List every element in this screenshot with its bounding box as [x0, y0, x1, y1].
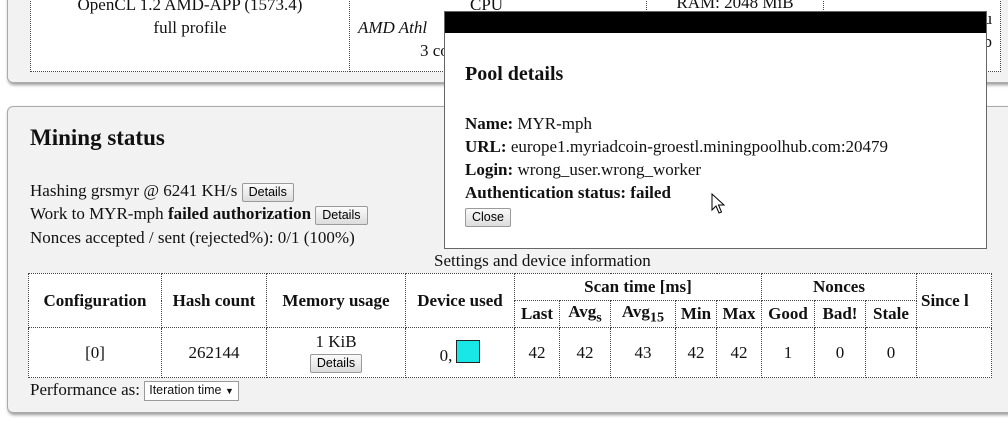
pool-login-row: Login: wrong_user.wrong_worker	[465, 158, 888, 181]
pool-name-value: MYR-mph	[517, 114, 593, 133]
cell-max: 42	[716, 327, 762, 378]
performance-select-value: Iteration time	[149, 383, 222, 398]
device-color-swatch[interactable]	[456, 339, 481, 363]
col-last: Last	[514, 300, 560, 328]
cell-min: 42	[675, 327, 717, 378]
col-scan-time: Scan time [ms]	[514, 273, 762, 301]
hashing-status: Hashing grsmyr @ 6241 KH/s Details	[30, 180, 294, 202]
work-text: Work to MYR-mph	[30, 204, 164, 223]
col-min: Min	[675, 300, 717, 328]
device-stats-table: Configuration Hash count Memory usage De…	[28, 273, 992, 378]
pool-url-row: URL: europe1.myriadcoin-groestl.miningpo…	[465, 135, 888, 158]
pool-auth-row: Authentication status: failed	[465, 181, 888, 204]
cell-last: 42	[514, 327, 560, 378]
col-hash-count: Hash count	[161, 273, 267, 328]
performance-label: Performance as:	[30, 380, 140, 399]
work-failed-text: failed authorization	[167, 204, 312, 223]
cpu-model: AMD Athl	[358, 18, 428, 37]
memory-value: 1 KiB	[315, 332, 357, 352]
device-index: 0,	[439, 345, 453, 365]
mining-status-title: Mining status	[30, 125, 165, 150]
close-button[interactable]: Close	[465, 208, 511, 227]
pool-auth-value: failed	[630, 183, 671, 202]
col-since: Since l	[916, 273, 992, 328]
pool-details-body: Name: MYR-mph URL: europe1.myriadcoin-gr…	[465, 112, 888, 204]
dialog-title-bar[interactable]	[445, 12, 986, 33]
avg-s-sub: s	[596, 309, 602, 326]
col-good: Good	[761, 300, 815, 328]
cell-good: 1	[761, 327, 815, 378]
opencl-version: OpenCL 1.2 AMD-APP (1573.4)	[77, 0, 303, 14]
hashing-details-button[interactable]: Details	[241, 182, 294, 202]
col-configuration: Configuration	[28, 273, 162, 328]
avg-15-label: Avg	[621, 301, 650, 321]
pool-name-row: Name: MYR-mph	[465, 112, 888, 135]
work-details-button[interactable]: Details	[315, 205, 368, 225]
cell-device: 0,	[405, 327, 515, 378]
cell-hash-count: 262144	[161, 327, 267, 378]
col-max: Max	[716, 300, 762, 328]
cell-avg-15: 43	[610, 327, 676, 378]
col-bad: Bad!	[814, 300, 866, 328]
pool-name-label: Name:	[465, 114, 514, 133]
avg-s-label: Avg	[568, 301, 597, 321]
pool-url-value: europe1.myriadcoin-groestl.miningpoolhub…	[510, 137, 889, 156]
hashing-text: Hashing grsmyr @ 6241 KH/s	[30, 181, 238, 200]
pool-url-label: URL:	[465, 137, 507, 156]
memory-details-button[interactable]: Details	[309, 353, 363, 373]
cell-avg-s: 42	[559, 327, 611, 378]
performance-select[interactable]: Iteration time ▼	[144, 381, 239, 402]
pool-login-value: wrong_user.wrong_worker	[517, 160, 702, 179]
col-avg-15: Avg15	[610, 300, 676, 328]
nonces-status: Nonces accepted / sent (rejected%): 0/1 …	[30, 227, 355, 249]
pool-auth-label: Authentication status:	[465, 183, 627, 202]
work-status: Work to MYR-mph failed authorization Det…	[30, 203, 368, 225]
col-memory-usage: Memory usage	[266, 273, 406, 328]
mouse-pointer-icon	[711, 193, 725, 214]
pool-login-label: Login:	[465, 160, 514, 179]
settings-caption: Settings and device information	[434, 251, 651, 270]
table-row: [0] 262144 1 KiB Details 0, 42 42 43 42 …	[28, 327, 992, 378]
performance-row: Performance as: Iteration time ▼	[30, 380, 239, 402]
cell-config: [0]	[28, 327, 162, 378]
cell-since	[916, 327, 992, 378]
cell-stale: 0	[865, 327, 917, 378]
chevron-down-icon: ▼	[224, 386, 234, 397]
avg-15-sub: 15	[649, 309, 665, 326]
col-device-used: Device used	[405, 273, 515, 328]
col-avg-s: Avgs	[559, 300, 611, 328]
cell-bad: 0	[814, 327, 866, 378]
opencl-cell: OpenCL 1.2 AMD-APP (1573.4) full profile	[30, 0, 350, 72]
col-stale: Stale	[865, 300, 917, 328]
col-nonces: Nonces	[761, 273, 917, 301]
opencl-profile: full profile	[153, 18, 227, 37]
nonces-text: Nonces accepted / sent (rejected%): 0/1 …	[30, 228, 355, 247]
dialog-title: Pool details	[465, 63, 564, 85]
cell-memory: 1 KiB Details	[266, 327, 406, 378]
